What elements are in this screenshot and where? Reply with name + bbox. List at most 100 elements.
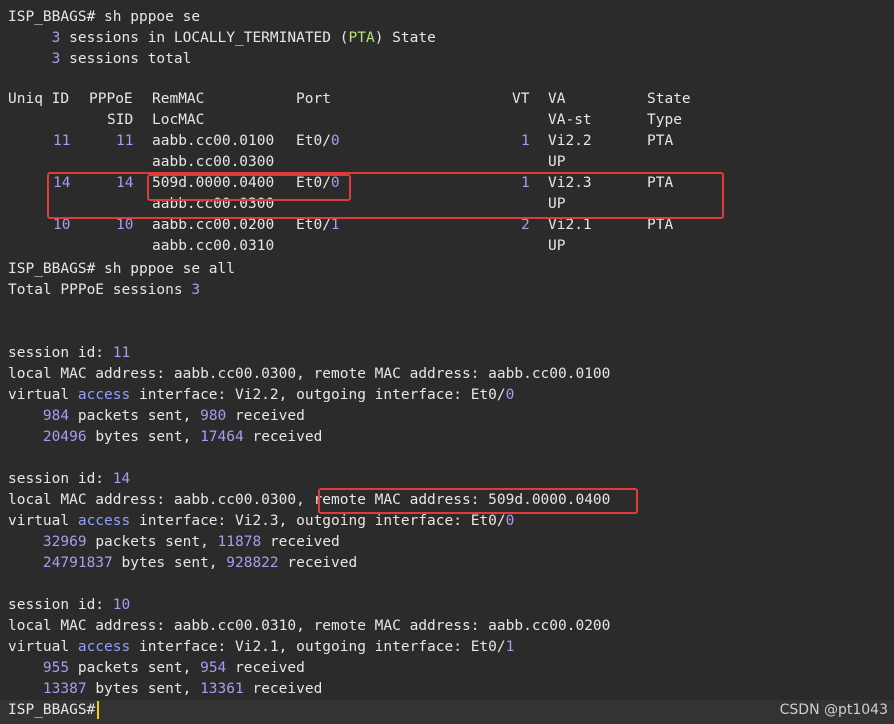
packets-line: 32969 packets sent, 11878 received <box>8 532 340 553</box>
command-text: sh pppoe se all <box>104 261 235 277</box>
row-locmac: aabb.cc00.0300 <box>152 196 275 212</box>
bytes-sent-label: bytes sent, <box>95 429 192 445</box>
packets-sent-label: packets sent, <box>95 534 209 550</box>
bytes-sent: 20496 <box>42 429 87 445</box>
remote-mac-value: 509d.0000.0400 <box>488 492 611 508</box>
session-id-line: session id: 14 <box>8 469 130 490</box>
packets-sent: 984 <box>42 408 70 424</box>
interface-line: virtual access interface: Vi2.2, outgoin… <box>8 385 514 406</box>
pta-label: PTA <box>348 30 375 46</box>
bytes-sent: 13387 <box>42 681 87 697</box>
received-label: received <box>235 408 305 424</box>
header-state: State <box>647 91 691 107</box>
command-line: ISP_BBAGS# sh pppoe se all <box>8 259 235 280</box>
bytes-line: 13387 bytes sent, 13361 received <box>8 679 322 700</box>
packets-line: 955 packets sent, 954 received <box>8 658 305 679</box>
total-count: 3 <box>191 282 201 298</box>
virtual-word: virtual <box>8 639 70 655</box>
port-number: 0 <box>330 175 340 191</box>
bytes-received: 928822 <box>226 555 279 571</box>
text-cursor <box>97 701 99 719</box>
row-uniq-id: 10 <box>53 217 71 233</box>
row-port: Et0/0 <box>296 133 340 149</box>
command-text: sh pppoe se <box>104 9 201 25</box>
summary-text: sessions in LOCALLY_TERMINATED <box>69 30 332 46</box>
header-vt: VT <box>512 91 530 107</box>
current-prompt-line[interactable]: ISP_BBAGS# <box>8 700 95 721</box>
total-sessions-line: Total PPPoE sessions 3 <box>8 280 200 301</box>
row-va-st: UP <box>548 196 566 212</box>
port-prefix: Et0/ <box>296 133 331 149</box>
bytes-received: 17464 <box>200 429 244 445</box>
row-va: Vi2.1 <box>548 217 592 233</box>
session-id-value: 10 <box>112 597 131 613</box>
summary-state: State <box>392 30 436 46</box>
remote-mac-label: remote MAC address: <box>313 618 480 634</box>
row-state: PTA <box>647 175 674 191</box>
bytes-sent-label: bytes sent, <box>121 555 218 571</box>
header-sid: SID <box>107 112 134 128</box>
watermark: CSDN @pt1043 <box>779 702 888 718</box>
row-port: Et0/1 <box>296 217 340 233</box>
packets-received: 980 <box>200 408 227 424</box>
row-va-st: UP <box>548 154 566 170</box>
port-number: 1 <box>505 639 515 655</box>
local-mac-value: aabb.cc00.0300, <box>173 492 305 508</box>
row-vt: 1 <box>521 133 530 149</box>
packets-line: 984 packets sent, 980 received <box>8 406 305 427</box>
received-label: received <box>287 555 358 571</box>
virtual-word: virtual <box>8 513 70 529</box>
received-label: received <box>252 429 323 445</box>
session-id-value: 11 <box>112 345 131 361</box>
port-number: 1 <box>330 217 340 233</box>
local-mac-label: local MAC address: <box>8 492 166 508</box>
terminal-window[interactable]: ISP_BBAGS# sh pppoe se 3 sessions in LOC… <box>0 0 894 724</box>
remote-mac-value: aabb.cc00.0100 <box>488 366 611 382</box>
access-keyword: access <box>77 639 131 655</box>
bytes-line: 24791837 bytes sent, 928822 received <box>8 553 357 574</box>
interface-text: interface: Vi2.1, outgoing interface: Et… <box>138 639 506 655</box>
interface-text: interface: Vi2.3, outgoing interface: Et… <box>138 513 506 529</box>
row-state: PTA <box>647 217 674 233</box>
row-sid: 10 <box>116 217 134 233</box>
port-prefix: Et0/ <box>296 175 331 191</box>
row-remmac: aabb.cc00.0100 <box>152 133 275 149</box>
packets-sent-label: packets sent, <box>77 408 192 424</box>
header-pppoe: PPPoE <box>89 91 133 107</box>
paren: ( <box>339 30 349 46</box>
remote-mac-value: aabb.cc00.0200 <box>488 618 611 634</box>
session-id-line: session id: 10 <box>8 595 130 616</box>
bytes-sent: 24791837 <box>42 555 113 571</box>
interface-line: virtual access interface: Vi2.3, outgoin… <box>8 511 514 532</box>
bytes-received: 13361 <box>200 681 244 697</box>
row-locmac: aabb.cc00.0310 <box>152 238 275 254</box>
interface-line: virtual access interface: Vi2.1, outgoin… <box>8 637 514 658</box>
received-label: received <box>269 534 340 550</box>
prompt: ISP_BBAGS# <box>8 9 96 25</box>
remote-mac-label: remote MAC address: <box>313 492 480 508</box>
paren: ) <box>374 30 384 46</box>
row-uniq-id: 11 <box>53 133 71 149</box>
received-label: received <box>252 681 323 697</box>
command-line: ISP_BBAGS# sh pppoe se <box>8 7 200 28</box>
header-port: Port <box>296 91 331 107</box>
interface-text: interface: Vi2.2, outgoing interface: Et… <box>138 387 506 403</box>
header-uniq-id: Uniq ID <box>8 91 70 107</box>
prompt: ISP_BBAGS# <box>8 702 96 718</box>
session-id-line: session id: 11 <box>8 343 130 364</box>
header-va-st: VA-st <box>548 112 592 128</box>
mac-line: local MAC address: aabb.cc00.0300, remot… <box>8 490 610 511</box>
session-id-label: session id: <box>8 345 105 361</box>
header-va: VA <box>548 91 566 107</box>
local-mac-label: local MAC address: <box>8 618 166 634</box>
mac-line: local MAC address: aabb.cc00.0310, remot… <box>8 616 610 637</box>
current-line-bar <box>0 700 894 724</box>
virtual-word: virtual <box>8 387 70 403</box>
row-sid: 14 <box>116 175 134 191</box>
summary-line: 3 sessions in LOCALLY_TERMINATED (PTA) S… <box>8 28 436 49</box>
packets-sent-label: packets sent, <box>77 660 192 676</box>
received-label: received <box>235 660 305 676</box>
row-va: Vi2.2 <box>548 133 592 149</box>
mac-line: local MAC address: aabb.cc00.0300, remot… <box>8 364 610 385</box>
row-sid: 11 <box>116 133 134 149</box>
